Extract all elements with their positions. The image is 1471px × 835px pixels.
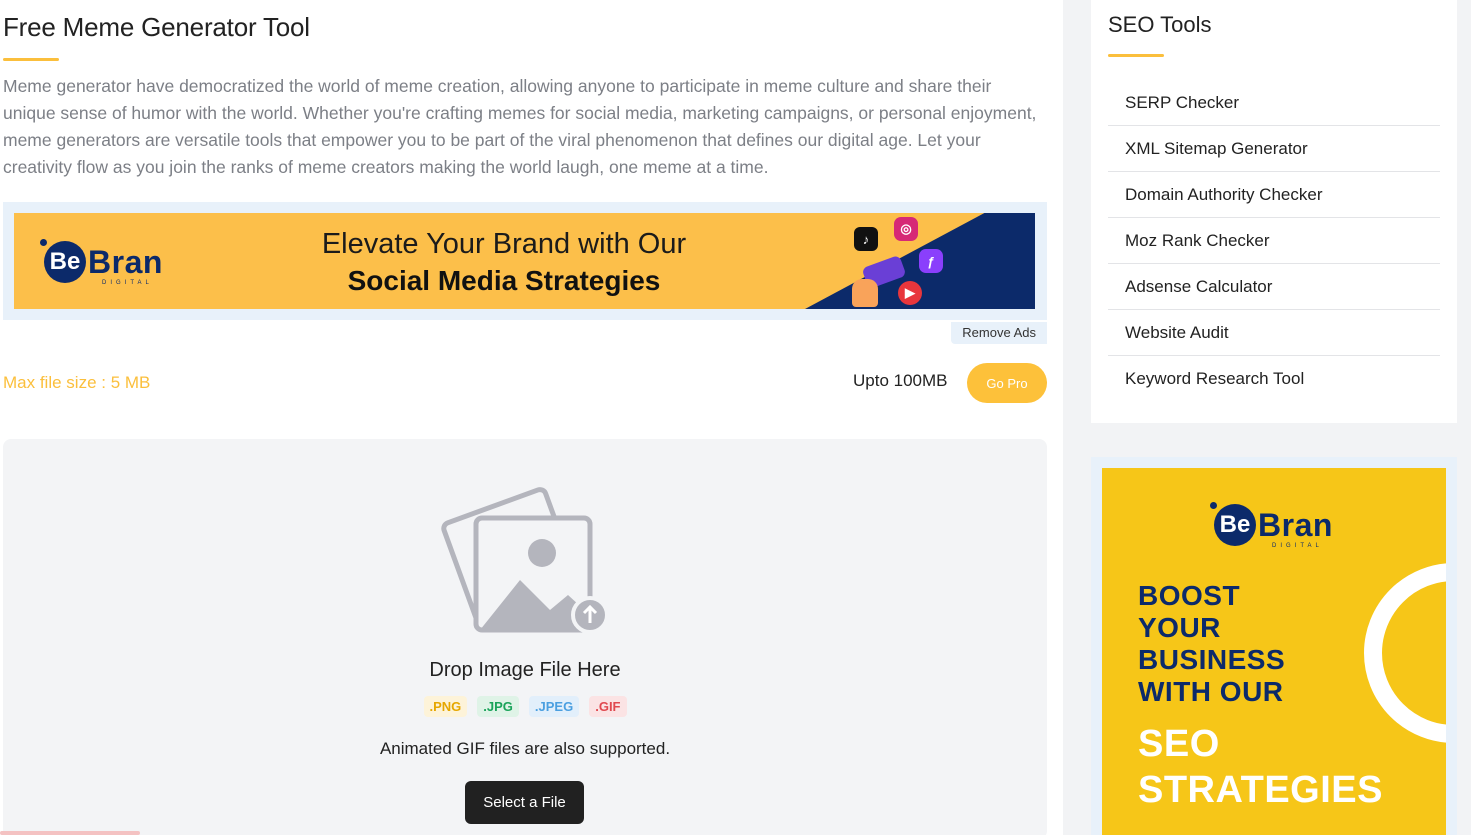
sidebar-title-underline — [1108, 54, 1164, 57]
side-logo-bran: Bran — [1258, 506, 1333, 543]
drop-label: Drop Image File Here — [429, 659, 621, 681]
side-logo-be: Be — [1214, 504, 1256, 546]
banner-subheadline: Social Media Strategies — [347, 265, 661, 296]
seo-tool-adsense-calculator[interactable]: Adsense Calculator — [1108, 264, 1440, 310]
youtube-icon: ▶ — [898, 281, 922, 305]
boost-text: BOOST YOUR BUSINESS WITH OUR — [1138, 580, 1285, 708]
go-pro-button[interactable]: Go Pro — [967, 363, 1047, 403]
max-file-size: Max file size : 5 MB — [3, 373, 151, 392]
logo-be: Be — [44, 241, 86, 283]
seo-tool-domain-authority[interactable]: Domain Authority Checker — [1108, 172, 1440, 218]
animated-gif-note: Animated GIF files are also supported. — [379, 739, 671, 758]
boost-line: WITH OUR — [1138, 676, 1284, 707]
side-logo-digital: DIGITAL — [1272, 543, 1323, 549]
seo-line: STRATEGIES — [1138, 769, 1383, 811]
boost-line: YOUR — [1138, 612, 1221, 643]
format-badges: .PNG .JPG .JPEG .GIF — [0, 696, 1050, 717]
format-gif: .GIF — [589, 696, 627, 717]
seo-tools-card: SEO Tools SERP Checker XML Sitemap Gener… — [1091, 0, 1457, 423]
remove-ads-link[interactable]: Remove Ads — [951, 322, 1047, 344]
seo-tool-xml-sitemap[interactable]: XML Sitemap Generator — [1108, 126, 1440, 172]
seo-tool-moz-rank[interactable]: Moz Rank Checker — [1108, 218, 1440, 264]
seo-tool-website-audit[interactable]: Website Audit — [1108, 310, 1440, 356]
side-ad-container: Be Bran DIGITAL BOOST YOUR BUSINESS WITH… — [1091, 457, 1457, 835]
hand-icon — [852, 279, 878, 307]
social-app-icon: ƒ — [919, 249, 943, 273]
decorative-ring — [1364, 563, 1446, 743]
seo-tool-keyword-research[interactable]: Keyword Research Tool — [1108, 356, 1440, 402]
ad-banner-container: Be Bran DIGITAL Elevate Your Brand with … — [3, 202, 1047, 344]
seo-tools-list: SERP Checker XML Sitemap Generator Domai… — [1108, 80, 1440, 402]
instagram-icon: ◎ — [894, 217, 918, 241]
side-bebran-logo: Be Bran DIGITAL — [1210, 502, 1333, 549]
side-logo-dot — [1210, 502, 1217, 509]
boost-line: BUSINESS — [1138, 644, 1286, 675]
select-file-button[interactable]: Select a File — [465, 781, 584, 824]
seo-tool-serp-checker[interactable]: SERP Checker — [1108, 80, 1440, 126]
upto-limit: Upto 100MB — [853, 371, 948, 390]
logo-bran: Bran — [88, 243, 163, 280]
page-title: Free Meme Generator Tool — [3, 12, 310, 42]
sidebar-title: SEO Tools — [1108, 12, 1212, 37]
seo-line: SEO — [1138, 723, 1220, 765]
title-underline — [3, 58, 59, 61]
bebran-logo: Be Bran DIGITAL — [40, 239, 163, 286]
logo-dot — [40, 239, 47, 246]
banner-headline: Elevate Your Brand with Our — [321, 228, 687, 260]
main-content: Free Meme Generator Tool Meme generator … — [0, 0, 1063, 835]
tiktok-icon: ♪ — [854, 227, 878, 251]
format-png: .PNG — [423, 696, 468, 717]
boost-line: BOOST — [1138, 580, 1241, 611]
side-ad-banner[interactable]: Be Bran DIGITAL BOOST YOUR BUSINESS WITH… — [1102, 468, 1446, 835]
image-upload-icon — [441, 487, 609, 634]
seo-strategies-text: SEO STRATEGIES — [1138, 721, 1383, 813]
ad-banner[interactable]: Be Bran DIGITAL Elevate Your Brand with … — [14, 213, 1035, 309]
format-jpg: .JPG — [477, 696, 519, 717]
bottom-scroll-indicator — [0, 831, 140, 835]
logo-digital: DIGITAL — [102, 280, 153, 286]
intro-paragraph: Meme generator have democratized the wor… — [3, 76, 1037, 177]
format-jpeg: .JPEG — [528, 696, 580, 717]
